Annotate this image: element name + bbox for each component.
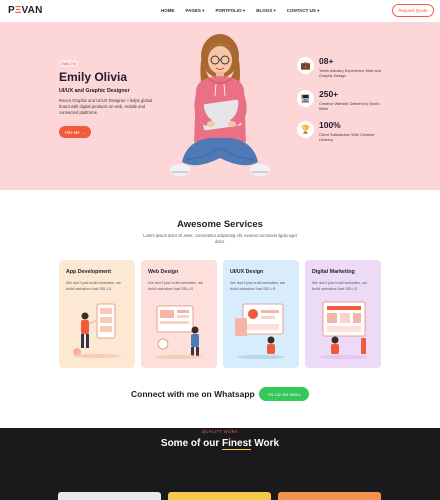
card-description: We don't just build websites, we build w… bbox=[66, 280, 121, 291]
hero-role: UI/UX and Graphic Designer bbox=[59, 88, 130, 94]
nav-portfolio[interactable]: PORTFOLIO ▾ bbox=[215, 8, 245, 14]
nav-home[interactable]: HOME bbox=[161, 8, 175, 14]
service-card-digital-marketing[interactable]: Digital Marketing We don't just build we… bbox=[305, 260, 381, 368]
nav-pages[interactable]: PAGES ▾ bbox=[186, 8, 205, 14]
card-description: We don't just build websites, we build w… bbox=[312, 280, 367, 291]
card-title: App Development bbox=[66, 269, 112, 275]
service-card-uiux-design[interactable]: UI/UX Design We don't just build website… bbox=[223, 260, 299, 368]
nav-blogs[interactable]: BLOGS ▾ bbox=[256, 8, 276, 14]
trophy-icon: 🏆 bbox=[297, 121, 314, 138]
work-title-highlight: Finest bbox=[222, 438, 252, 450]
nav-contact[interactable]: CONTACT US ▾ bbox=[287, 8, 320, 14]
uiux-design-illustration bbox=[235, 303, 285, 359]
card-title: UI/UX Design bbox=[230, 269, 264, 275]
whatsapp-button[interactable]: +91 132 456 3699 ▸ bbox=[259, 387, 309, 401]
request-quote-button[interactable]: Request Quote bbox=[392, 4, 434, 17]
briefcase-icon: 💼 bbox=[297, 57, 314, 74]
card-title: Digital Marketing bbox=[312, 269, 355, 275]
digital-marketing-illustration bbox=[319, 301, 367, 359]
hero-description: Reeco Graphic and UI/UX Designer. I help… bbox=[59, 98, 153, 115]
service-card-app-development[interactable]: App Development We don't just build webs… bbox=[59, 260, 135, 368]
site-header: PΞVAN HOME PAGES ▾ PORTFOLIO ▾ BLOGS ▾ C… bbox=[0, 0, 440, 22]
whatsapp-heading: Connect with me on Whatsapp bbox=[131, 389, 255, 399]
work-title: Some of our Finest Work bbox=[160, 438, 280, 450]
stat-label: Creative Website Deliverd to World Wide bbox=[319, 101, 380, 112]
main-nav: HOME PAGES ▾ PORTFOLIO ▾ BLOGS ▾ CONTACT… bbox=[161, 8, 330, 14]
stat-label: Years Industry Experience Web and Graphi… bbox=[319, 68, 381, 79]
stat-label: Client Satisfaction With Creative Delive… bbox=[319, 132, 375, 143]
hero-portrait-illustration bbox=[170, 34, 270, 176]
services-subtitle: Lorem ipsum dolor sit amet, consectetur … bbox=[143, 233, 297, 244]
stat-value: 08+ bbox=[319, 56, 334, 66]
card-description: We don't just build websites, we build w… bbox=[148, 280, 203, 291]
hero-section: Hello, I'm Emily Olivia UI/UX and Graphi… bbox=[0, 22, 440, 190]
app-development-illustration bbox=[73, 303, 121, 358]
work-card[interactable] bbox=[58, 492, 161, 500]
stat-value: 250+ bbox=[319, 89, 339, 99]
hero-badge: Hello, I'm bbox=[59, 60, 78, 67]
site-logo[interactable]: PΞVAN bbox=[8, 5, 43, 16]
work-card[interactable] bbox=[168, 492, 271, 500]
hire-me-button[interactable]: Hire Me → bbox=[59, 126, 91, 138]
card-description: We don't just build websites, we build w… bbox=[230, 280, 285, 291]
web-design-illustration bbox=[155, 305, 203, 359]
service-card-web-design[interactable]: Web Design We don't just build websites,… bbox=[141, 260, 217, 368]
stat-value: 100% bbox=[319, 120, 341, 130]
work-card[interactable] bbox=[278, 492, 381, 500]
work-eyebrow: QUALITY WORK bbox=[201, 429, 239, 434]
monitor-icon: 🖥 bbox=[297, 90, 314, 107]
services-title: Awesome Services bbox=[177, 219, 263, 230]
hero-name: Emily Olivia bbox=[59, 70, 128, 84]
card-title: Web Design bbox=[148, 269, 179, 275]
